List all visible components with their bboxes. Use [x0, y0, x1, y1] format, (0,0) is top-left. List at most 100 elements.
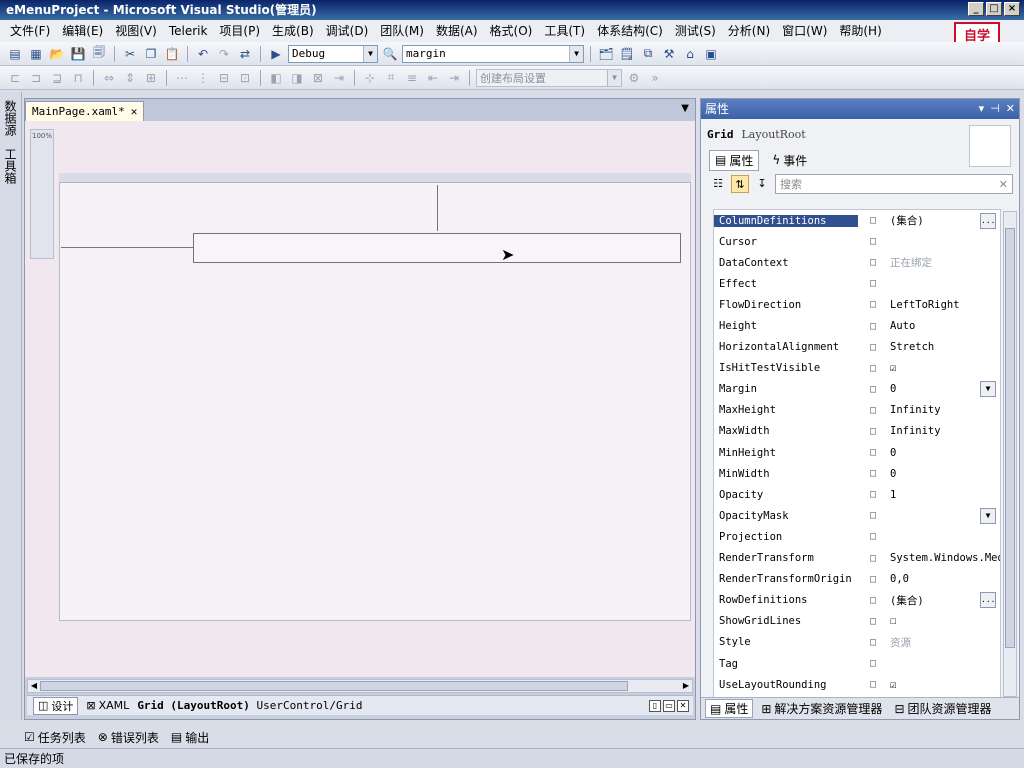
clear-search-icon[interactable]: ✕: [999, 178, 1008, 191]
property-name[interactable]: Height: [714, 320, 858, 332]
solution-explorer-icon[interactable]: 🗂: [597, 45, 615, 63]
chevron-down-icon[interactable]: ▼: [607, 69, 621, 86]
property-row[interactable]: UseLayoutRounding □ ☑: [714, 674, 1000, 695]
property-row[interactable]: DataContext □ 正在绑定: [714, 252, 1000, 273]
scroll-right-icon[interactable]: ▶: [680, 680, 692, 692]
align-top-icon[interactable]: ⊓: [69, 69, 87, 87]
property-row[interactable]: MaxWidth □ Infinity: [714, 421, 1000, 442]
property-row[interactable]: HorizontalAlignment □ Stretch: [714, 337, 1000, 358]
start-page-icon[interactable]: ⌂: [681, 45, 699, 63]
property-value[interactable]: 资源: [888, 635, 1000, 650]
align-center-icon[interactable]: ⊐: [27, 69, 45, 87]
property-marker-icon[interactable]: □: [858, 363, 888, 374]
property-row[interactable]: Cursor □: [714, 231, 1000, 252]
property-marker-icon[interactable]: □: [858, 236, 888, 247]
align-left-icon[interactable]: ⊏: [6, 69, 24, 87]
property-marker-icon[interactable]: □: [858, 595, 888, 606]
property-row[interactable]: ShowGridLines □ ☐: [714, 611, 1000, 632]
new-project-icon[interactable]: ▤: [6, 45, 24, 63]
property-row[interactable]: Projection □: [714, 526, 1000, 547]
pin-icon[interactable]: ⊣: [990, 99, 1000, 119]
property-row[interactable]: RenderTransform □ System.Windows.Med: [714, 548, 1000, 569]
document-menu-icon[interactable]: ▼: [681, 103, 689, 114]
selected-element[interactable]: [193, 233, 681, 263]
tab-order-icon[interactable]: ⇥: [330, 69, 348, 87]
property-marker-icon[interactable]: □: [858, 299, 888, 310]
menu-telerik[interactable]: Telerik: [163, 20, 214, 42]
property-name[interactable]: MinWidth: [714, 468, 858, 480]
cut-icon[interactable]: ✂: [121, 45, 139, 63]
property-name[interactable]: OpacityMask: [714, 510, 858, 522]
tab-error-list[interactable]: ⊗ 错误列表: [98, 729, 159, 746]
properties-window-icon[interactable]: 🗒: [618, 45, 636, 63]
property-row[interactable]: FlowDirection □ LeftToRight: [714, 294, 1000, 315]
split-horizontal-icon[interactable]: ▭: [663, 699, 675, 712]
property-value[interactable]: Stretch: [888, 341, 1000, 353]
tab-output[interactable]: ▤ 输出: [171, 729, 209, 746]
property-name[interactable]: Tag: [714, 658, 858, 670]
property-editor-button[interactable]: ...: [980, 592, 996, 609]
tab-xaml[interactable]: ⊠ XAML: [86, 699, 129, 712]
property-name[interactable]: HorizontalAlignment: [714, 341, 858, 353]
tab-solution-explorer[interactable]: ⊞ 解决方案资源管理器: [757, 700, 886, 717]
property-value[interactable]: ☑: [888, 679, 1000, 691]
property-name[interactable]: MaxWidth: [714, 425, 858, 437]
property-name[interactable]: Style: [714, 636, 858, 648]
property-value[interactable]: System.Windows.Med: [888, 552, 1000, 564]
menu-file[interactable]: 文件(F): [4, 20, 56, 42]
property-value[interactable]: 1: [888, 489, 1000, 501]
add-item-icon[interactable]: ▦: [27, 45, 45, 63]
property-name[interactable]: Opacity: [714, 489, 858, 501]
property-name[interactable]: DataContext: [714, 257, 858, 269]
indent-icon[interactable]: ⇤: [424, 69, 442, 87]
property-marker-icon[interactable]: □: [858, 278, 888, 289]
navigate-icon[interactable]: ⇄: [236, 45, 254, 63]
grid-toggle-icon[interactable]: ⊹: [361, 69, 379, 87]
scroll-left-icon[interactable]: ◀: [28, 680, 40, 692]
property-row[interactable]: Tag □: [714, 653, 1000, 674]
property-marker-icon[interactable]: □: [858, 321, 888, 332]
property-marker-icon[interactable]: □: [858, 447, 888, 458]
property-marker-icon[interactable]: □: [858, 510, 888, 521]
property-name[interactable]: RenderTransformOrigin: [714, 573, 858, 585]
property-value[interactable]: (集合): [888, 593, 980, 608]
property-marker-icon[interactable]: □: [858, 679, 888, 690]
property-marker-icon[interactable]: □: [858, 426, 888, 437]
property-editor-button[interactable]: ▼: [980, 507, 996, 524]
tab-properties[interactable]: ▤ 属性: [709, 149, 760, 171]
scroll-thumb[interactable]: [1005, 228, 1015, 648]
menu-format[interactable]: 格式(O): [484, 20, 539, 42]
property-name[interactable]: ColumnDefinitions: [714, 214, 858, 227]
make-same-size-icon[interactable]: ⊞: [142, 69, 160, 87]
property-value[interactable]: 0: [888, 468, 1000, 480]
property-name[interactable]: UseLayoutRounding: [714, 679, 858, 691]
property-value[interactable]: (集合): [888, 213, 980, 228]
menu-window[interactable]: 窗口(W): [776, 20, 833, 42]
property-marker-icon[interactable]: □: [858, 637, 888, 648]
menu-edit[interactable]: 编辑(E): [56, 20, 109, 42]
property-name[interactable]: RowDefinitions: [714, 594, 858, 606]
solution-config-select[interactable]: Debug ▼: [288, 44, 378, 63]
sort-alphabetical-icon[interactable]: ⇅: [731, 175, 749, 193]
minimize-button[interactable]: _: [968, 2, 984, 16]
property-row[interactable]: OpacityMask □ ▼: [714, 505, 1000, 526]
close-button[interactable]: ×: [1004, 2, 1020, 16]
property-value[interactable]: Auto: [888, 320, 1000, 332]
property-name[interactable]: IsHitTestVisible: [714, 362, 858, 374]
breadcrumb-path[interactable]: UserControl/Grid: [257, 699, 363, 712]
tab-properties-window[interactable]: ▤ 属性: [705, 699, 754, 718]
menu-tools[interactable]: 工具(T): [538, 20, 591, 42]
property-marker-icon[interactable]: □: [858, 489, 888, 500]
data-sources-tab[interactable]: 数据源: [0, 96, 21, 140]
tab-task-list[interactable]: ☑ 任务列表: [24, 729, 86, 746]
property-name[interactable]: FlowDirection: [714, 299, 858, 311]
menu-view[interactable]: 视图(V): [109, 20, 163, 42]
property-row[interactable]: IsHitTestVisible □ ☑: [714, 358, 1000, 379]
collapse-pane-icon[interactable]: ✕: [677, 699, 689, 712]
property-row[interactable]: MinHeight □ 0: [714, 442, 1000, 463]
horizontal-spacing-icon[interactable]: ⋯: [173, 69, 191, 87]
property-row[interactable]: Effect □: [714, 273, 1000, 294]
property-marker-icon[interactable]: □: [858, 531, 888, 542]
property-marker-icon[interactable]: □: [858, 215, 888, 226]
property-value[interactable]: Infinity: [888, 425, 1000, 437]
